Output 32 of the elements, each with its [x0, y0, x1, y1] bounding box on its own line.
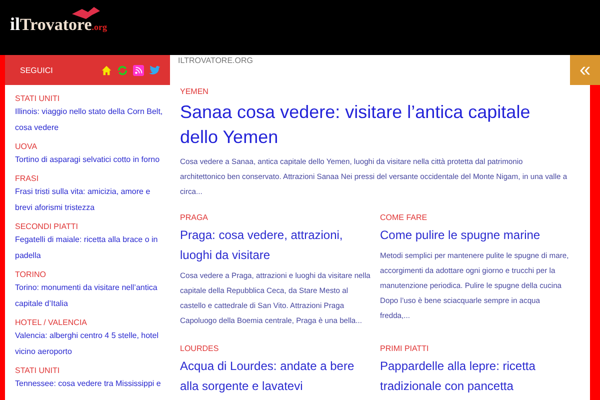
category-link[interactable]: PRIMI PIATTI: [380, 344, 572, 353]
article-title[interactable]: Pappardelle alla lepre: ricetta tradizionale con pancetta: [380, 356, 572, 396]
twitter-bird-icon[interactable]: [149, 64, 160, 74]
sidebar-toggle-button[interactable]: «: [570, 55, 600, 85]
category-link[interactable]: HOTEL / VALENCIA: [15, 318, 164, 327]
rss-icon[interactable]: [133, 64, 144, 76]
sidebar-title: SEGUICI: [20, 66, 53, 74]
category-link[interactable]: STATI UNITI: [15, 366, 164, 375]
category-link[interactable]: COME FARE: [380, 213, 572, 222]
category-link[interactable]: STATI UNITI: [15, 94, 164, 103]
featured-article-title[interactable]: Sanaa cosa vedere: visitare l’antica capitale dello Yemen: [180, 100, 570, 150]
article-link[interactable]: Frasi tristi sulla vita: amicizia, amore e brevi aforismi tristezza: [15, 184, 164, 216]
article-link[interactable]: Tennessee: cosa vedere tra Mississippi e: [15, 376, 164, 392]
article-link[interactable]: Tortino di asparagi selvatici cotto in forno: [15, 152, 164, 168]
category-link[interactable]: LOURDES: [180, 344, 372, 353]
home-icon[interactable]: [101, 64, 112, 76]
article-title[interactable]: Come pulire le spugne marine: [380, 225, 572, 245]
site-logo[interactable]: ilTrovatore.org: [10, 6, 112, 36]
article-link[interactable]: Fegatelli di maiale: ricetta alla brace o in padella: [15, 232, 164, 264]
article-link[interactable]: Illinois: viaggio nello stato della Corn Belt, cosa vedere: [15, 104, 164, 136]
article-title[interactable]: Acqua di Lourdes: andate a bere alla sorgente e lavatevi: [180, 356, 372, 396]
refresh-icon[interactable]: [117, 64, 128, 76]
category-link[interactable]: UOVA: [15, 142, 164, 151]
article-title[interactable]: Praga: cosa vedere, attrazioni, luoghi da visitare: [180, 225, 372, 265]
category-link[interactable]: FRASI: [15, 174, 164, 183]
category-link[interactable]: YEMEN: [180, 87, 570, 96]
article-link[interactable]: Valencia: alberghi centro 4 5 stelle, hotel vicino aeroporto: [15, 328, 164, 360]
category-link[interactable]: TORINO: [15, 270, 164, 279]
category-link[interactable]: PRAGA: [180, 213, 372, 222]
breadcrumb[interactable]: ILTROVATORE.ORG: [178, 55, 253, 65]
category-link[interactable]: SECONDI PIATTI: [15, 222, 164, 231]
article-link[interactable]: Torino: monumenti da visitare nell’antica capitale d’Italia: [15, 280, 164, 312]
